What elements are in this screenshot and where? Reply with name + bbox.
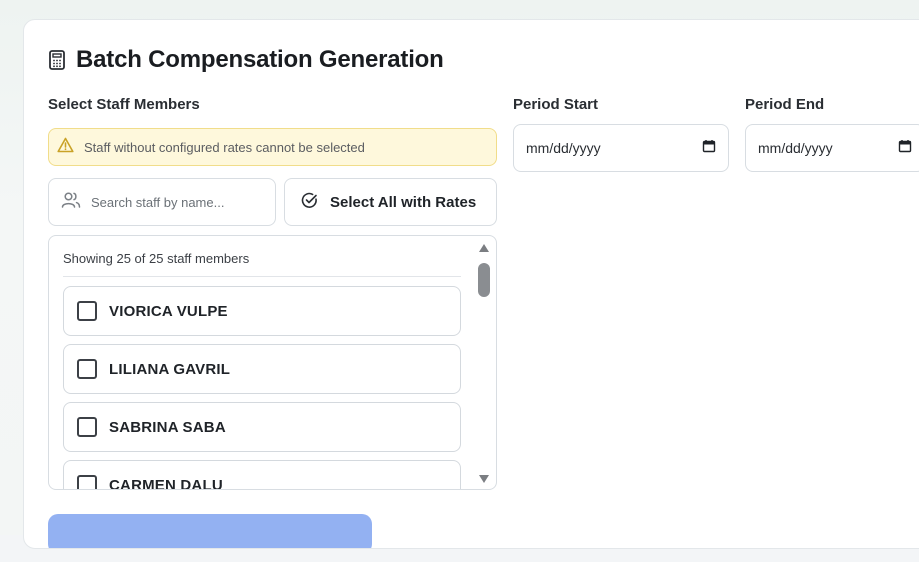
staff-section-label: Select Staff Members — [48, 96, 200, 113]
staff-checkbox[interactable] — [77, 359, 97, 379]
warning-text: Staff without configured rates cannot be… — [84, 139, 365, 155]
page-title: Batch Compensation Generation — [76, 46, 444, 73]
scroll-up-arrow-icon[interactable] — [477, 242, 491, 254]
calendar-icon[interactable] — [898, 139, 912, 158]
period-end-value: mm/dd/yyyy — [758, 140, 833, 156]
staff-count-text: Showing 25 of 25 staff members — [63, 251, 250, 266]
staff-checkbox[interactable] — [77, 301, 97, 321]
calculator-icon — [48, 50, 66, 70]
select-all-with-rates-button[interactable]: Select All with Rates — [284, 178, 497, 226]
batch-compensation-card: Batch Compensation Generation Select Sta… — [23, 19, 919, 549]
period-start-value: mm/dd/yyyy — [526, 140, 601, 156]
period-end-input[interactable]: mm/dd/yyyy — [745, 124, 919, 172]
staff-list-item[interactable]: SABRINA SABA — [63, 402, 461, 452]
no-rates-warning: Staff without configured rates cannot be… — [48, 128, 497, 166]
staff-checkbox[interactable] — [77, 475, 97, 489]
period-end-label: Period End — [745, 96, 825, 113]
list-scrollbar[interactable] — [477, 240, 491, 487]
select-all-label: Select All with Rates — [330, 193, 477, 211]
staff-search-input[interactable] — [91, 194, 261, 210]
users-icon — [61, 191, 81, 214]
check-circle-icon — [301, 192, 318, 213]
generate-button[interactable] — [48, 514, 372, 548]
staff-list-item[interactable]: CARMEN DALU — [63, 460, 461, 490]
period-start-label: Period Start — [513, 96, 599, 113]
warning-triangle-icon — [57, 137, 74, 158]
scroll-thumb[interactable] — [478, 263, 490, 297]
staff-list-item[interactable]: LILIANA GAVRIL — [63, 344, 461, 394]
scroll-down-arrow-icon[interactable] — [477, 473, 491, 485]
staff-name: SABRINA SABA — [109, 418, 226, 436]
staff-name: CARMEN DALU — [109, 476, 223, 490]
staff-search-box[interactable] — [48, 178, 276, 226]
period-start-input[interactable]: mm/dd/yyyy — [513, 124, 729, 172]
list-divider — [63, 276, 461, 277]
page-header: Batch Compensation Generation — [48, 45, 444, 75]
staff-list-item[interactable]: VIORICA VULPE — [63, 286, 461, 336]
staff-name: LILIANA GAVRIL — [109, 360, 231, 378]
staff-name: VIORICA VULPE — [109, 302, 228, 320]
calendar-icon[interactable] — [702, 139, 716, 158]
staff-checkbox[interactable] — [77, 417, 97, 437]
staff-list[interactable]: Showing 25 of 25 staff members VIORICA V… — [48, 235, 497, 490]
